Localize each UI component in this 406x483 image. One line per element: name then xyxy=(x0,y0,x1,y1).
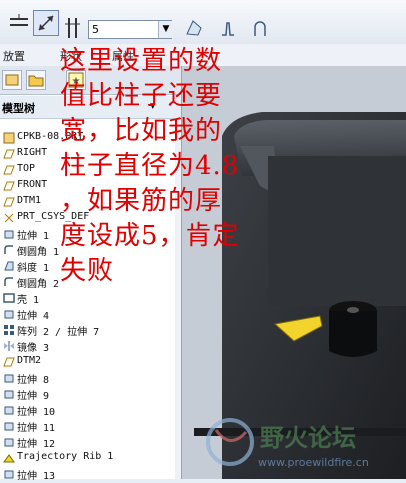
arch-shape-icon[interactable] xyxy=(250,18,270,38)
rib-profile-icon[interactable] xyxy=(218,18,238,38)
tree-item-label: FRONT xyxy=(17,179,48,190)
datum-plane-icon xyxy=(3,148,15,160)
preview-shape-icon[interactable] xyxy=(184,18,204,38)
tree-item-label: 拉伸 11 xyxy=(17,423,56,434)
tree-item-label: 镜像 3 xyxy=(17,343,50,354)
boss-cylinder xyxy=(329,311,377,357)
tree-item-label: 拉伸 1 xyxy=(17,231,50,242)
tree-item-label: Trajectory Rib 1 xyxy=(17,451,114,462)
tree-item-label: 拉伸 8 xyxy=(17,375,50,386)
boss-hole xyxy=(347,307,359,313)
tree-item-label: 阵列 2 / 拉伸 7 xyxy=(17,327,100,338)
watermark: 野火论坛 www.proewildfire.cn xyxy=(196,412,406,479)
direction-arrow-icon xyxy=(38,15,54,31)
tree-item-label: 斜度 1 xyxy=(17,263,50,274)
tree-item-label: 拉伸 12 xyxy=(17,439,56,450)
tree-icon xyxy=(5,74,19,86)
extrude-icon xyxy=(3,228,15,240)
tree-item-label: 拉伸 9 xyxy=(17,391,50,402)
annotation-text: 这里设置的数 值比柱子还要 宽，比如我的 柱子直径为4.8 ，如果筋的厚 度设成5，肯定失… xyxy=(60,44,270,289)
tree-item[interactable]: 拉伸 4 xyxy=(0,306,176,322)
extrude-icon xyxy=(3,308,15,320)
tree-item[interactable]: 拉伸 13 xyxy=(0,466,176,482)
tree-item-label: 倒圆角 1 xyxy=(17,247,60,258)
extrude-icon xyxy=(3,420,15,432)
tree-item-label: 拉伸 10 xyxy=(17,407,56,418)
shell-icon xyxy=(3,292,15,304)
tree-item-label: TOP xyxy=(17,163,36,174)
tree-item[interactable]: 壳 1 xyxy=(0,290,176,306)
tree-item-label: DTM1 xyxy=(17,195,42,206)
extrude-icon xyxy=(3,388,15,400)
round-icon xyxy=(3,276,15,288)
csys-icon xyxy=(3,212,15,224)
dashboard-toolbar: ▼ xyxy=(0,0,406,45)
datum-plane-icon xyxy=(3,356,15,368)
rib-thickness-icon xyxy=(65,18,80,38)
model-tree-title: 模型树 xyxy=(2,102,35,115)
tree-item[interactable]: 拉伸 10 xyxy=(0,402,176,418)
flip-lines-icon xyxy=(10,14,28,26)
thickness-dropdown-button[interactable]: ▼ xyxy=(158,21,173,38)
extrude-icon xyxy=(3,436,15,448)
part-icon xyxy=(3,132,15,144)
tree-item[interactable]: 阵列 2 / 拉伸 7 xyxy=(0,322,176,338)
watermark-url: www.proewildfire.cn xyxy=(258,456,369,469)
tree-item-label: DTM2 xyxy=(17,355,42,366)
annotation-line: 失败 xyxy=(60,256,115,286)
tree-item[interactable]: Trajectory Rib 1 xyxy=(0,450,176,466)
thickness-direction-button[interactable] xyxy=(33,10,59,36)
pattern-icon xyxy=(3,324,15,336)
tree-item[interactable]: 拉伸 12 xyxy=(0,434,176,450)
placement-flip-button[interactable] xyxy=(6,10,32,36)
tree-item-label: 倒圆角 2 xyxy=(17,279,60,290)
mirror-icon xyxy=(3,340,15,352)
tree-item[interactable]: 拉伸 11 xyxy=(0,418,176,434)
tree-item[interactable]: DTM2 xyxy=(0,354,176,370)
annotation-line: 柱子直径为4.8 xyxy=(60,151,240,181)
annotation-line: ，如果筋的厚 xyxy=(60,186,223,216)
tree-item-label: 拉伸 4 xyxy=(17,311,50,322)
extrude-icon xyxy=(3,372,15,384)
datum-plane-icon xyxy=(3,180,15,192)
datum-plane-icon xyxy=(3,196,15,208)
annotation-line: 值比柱子还要 xyxy=(60,81,223,111)
tree-item[interactable]: 镜像 3 xyxy=(0,338,176,354)
rib-icon xyxy=(3,452,15,464)
tab-folder-browser[interactable] xyxy=(26,70,46,90)
tab-placement[interactable]: 放置 xyxy=(3,48,25,64)
tab-model-tree[interactable] xyxy=(2,70,22,90)
draft-icon xyxy=(3,260,15,272)
part-pocket xyxy=(268,156,406,306)
tree-item-label: 拉伸 13 xyxy=(17,471,56,482)
tree-item-label: 壳 1 xyxy=(17,295,40,306)
extrude-icon xyxy=(3,468,15,480)
tree-item[interactable]: 拉伸 8 xyxy=(0,370,176,386)
annotation-line: 宽，比如我的 xyxy=(60,116,223,146)
chevron-down-icon: ▼ xyxy=(162,24,170,34)
extrude-icon xyxy=(3,404,15,416)
tree-item[interactable]: 拉伸 9 xyxy=(0,386,176,402)
annotation-line: 这里设置的数 xyxy=(60,46,223,76)
folder-icon xyxy=(28,75,44,87)
annotation-line: 度设成5，肯定 xyxy=(60,221,240,251)
watermark-title: 野火论坛 xyxy=(260,424,356,452)
round-icon xyxy=(3,244,15,256)
datum-plane-icon xyxy=(3,164,15,176)
tree-item-label: RIGHT xyxy=(17,147,48,158)
